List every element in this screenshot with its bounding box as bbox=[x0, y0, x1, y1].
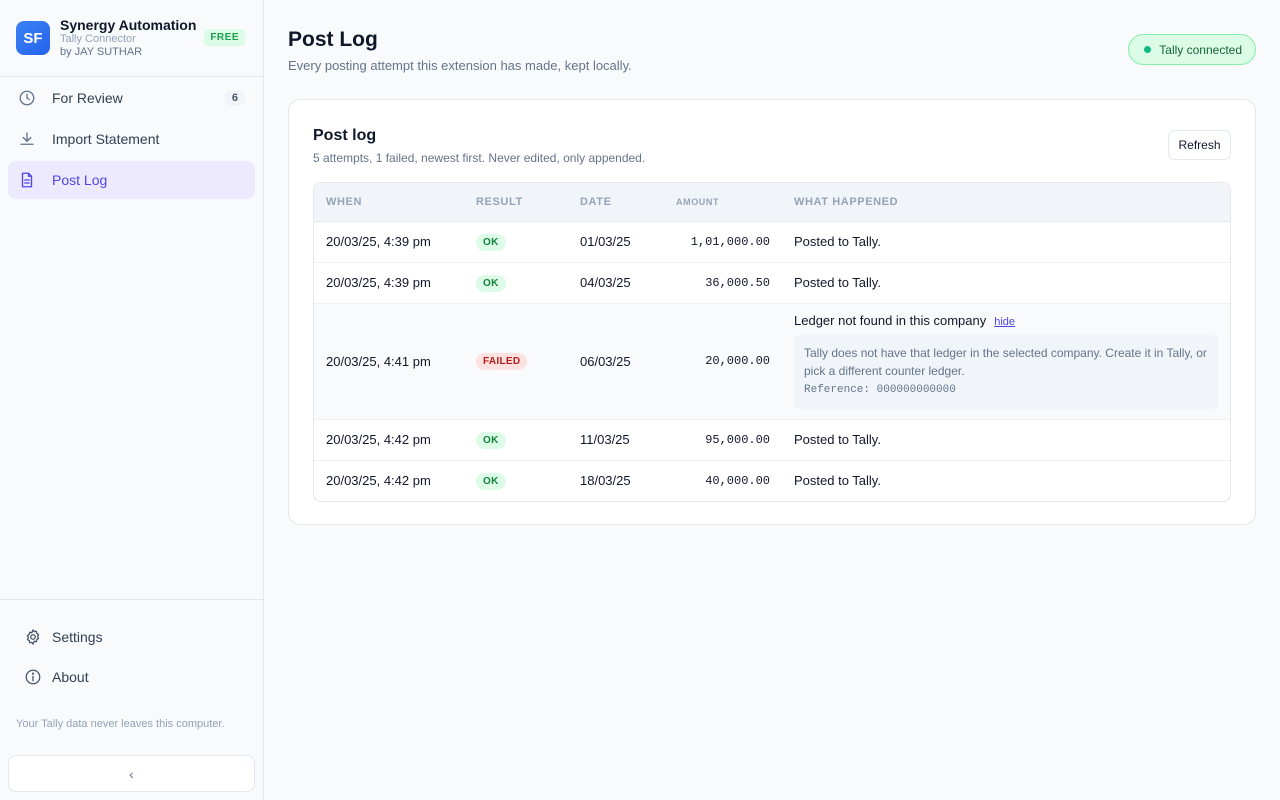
brand-subtitle: Tally Connector bbox=[60, 33, 136, 46]
brand-header: SF Synergy Automation Tally Connector by… bbox=[0, 0, 263, 77]
privacy-note: Your Tally data never leaves this comput… bbox=[16, 718, 225, 730]
connection-status-badge: Tally connected bbox=[1128, 34, 1256, 65]
error-detail-box: Tally does not have that ledger in the s… bbox=[794, 335, 1218, 409]
download-icon bbox=[18, 130, 36, 148]
column-header-result: RESULT bbox=[464, 183, 568, 222]
plan-badge: FREE bbox=[204, 29, 245, 46]
cell-date: 01/03/25 bbox=[568, 221, 664, 263]
sidebar-item-settings[interactable]: Settings bbox=[8, 618, 255, 656]
error-reference: Reference: 000000000000 bbox=[804, 384, 956, 397]
error-heading: Ledger not found in this company hide bbox=[794, 313, 1218, 328]
cell-amount: 95,000.00 bbox=[664, 419, 782, 461]
brand-name: Synergy Automation bbox=[60, 17, 197, 34]
table-header-row: WHEN RESULT DATE AMOUNT WHAT HAPPENED bbox=[314, 183, 1230, 222]
column-header-what-happened: WHAT HAPPENED bbox=[782, 183, 1230, 222]
cell-amount: 36,000.50 bbox=[664, 262, 782, 304]
sidebar-item-about[interactable]: About bbox=[8, 658, 255, 696]
status-badge: OK bbox=[476, 472, 506, 490]
column-header-date: DATE bbox=[568, 183, 664, 222]
column-header-when: WHEN bbox=[314, 183, 464, 222]
status-badge: OK bbox=[476, 431, 506, 449]
app-logo: SF bbox=[16, 21, 50, 55]
page-subtitle: Every posting attempt this extension has… bbox=[288, 58, 632, 73]
cell-what-happened: Posted to Tally. bbox=[794, 473, 881, 489]
card-title: Post log bbox=[313, 127, 377, 144]
cell-when: 20/03/25, 4:39 pm bbox=[314, 221, 464, 263]
cell-amount: 20,000.00 bbox=[664, 303, 782, 420]
table-row: 20/03/25, 4:42 pm OK 11/03/25 95,000.00 … bbox=[314, 419, 1230, 461]
sidebar-item-label: For Review bbox=[52, 90, 123, 106]
cell-date: 04/03/25 bbox=[568, 262, 664, 304]
column-header-amount: AMOUNT bbox=[664, 183, 782, 222]
main-content: Post Log Every posting attempt this exte… bbox=[264, 0, 1280, 800]
cell-date: 06/03/25 bbox=[568, 303, 664, 420]
sidebar-footer: Settings About Your Tally data never lea… bbox=[0, 599, 263, 730]
review-count-badge: 6 bbox=[224, 90, 245, 106]
main-nav: For Review 6 Import Statement Post Log bbox=[0, 79, 263, 199]
cell-what-happened: Posted to Tally. bbox=[782, 419, 1230, 461]
sidebar-item-import-statement[interactable]: Import Statement bbox=[8, 120, 255, 158]
card-subtitle: 5 attempts, 1 failed, newest first. Neve… bbox=[313, 151, 646, 165]
status-badge: FAILED bbox=[476, 353, 528, 370]
clock-icon bbox=[18, 89, 36, 107]
sidebar-item-label: About bbox=[52, 669, 89, 685]
error-title: Ledger not found in this company bbox=[794, 313, 987, 329]
page-title: Post Log bbox=[288, 28, 378, 51]
collapse-sidebar-button[interactable]: ‹ bbox=[8, 755, 255, 792]
status-badge: OK bbox=[476, 274, 506, 292]
hide-details-link[interactable]: hide bbox=[994, 316, 1015, 328]
table-row: 20/03/25, 4:42 pm OK 18/03/25 40,000.00 … bbox=[314, 460, 1230, 501]
info-icon bbox=[24, 668, 42, 686]
sidebar-item-label: Settings bbox=[52, 629, 103, 645]
cell-amount: 40,000.00 bbox=[705, 473, 770, 488]
status-dot-icon bbox=[1144, 46, 1152, 53]
chevron-left-icon: ‹ bbox=[129, 765, 134, 782]
cell-date: 11/03/25 bbox=[568, 419, 664, 461]
gear-icon bbox=[24, 628, 42, 646]
sidebar: SF Synergy Automation Tally Connector by… bbox=[0, 0, 264, 800]
cell-amount: 1,01,000.00 bbox=[664, 221, 782, 263]
cell-when: 20/03/25, 4:39 pm bbox=[314, 262, 464, 304]
document-icon bbox=[18, 171, 36, 189]
sidebar-item-label: Post Log bbox=[52, 172, 108, 188]
sidebar-item-post-log[interactable]: Post Log bbox=[8, 161, 255, 199]
brand-text: Synergy Automation Tally Connector by JA… bbox=[60, 17, 196, 58]
connection-status-label: Tally connected bbox=[1159, 42, 1242, 57]
cell-when: 20/03/25, 4:42 pm bbox=[326, 473, 431, 489]
cell-what-happened: Posted to Tally. bbox=[782, 221, 1230, 263]
refresh-button[interactable]: Refresh bbox=[1168, 130, 1231, 160]
cell-what-happened: Posted to Tally. bbox=[782, 262, 1230, 304]
error-detail-text: Tally does not have that ledger in the s… bbox=[804, 346, 1207, 379]
brand-author: by JAY SUTHAR bbox=[60, 46, 143, 59]
table-row: 20/03/25, 4:39 pm OK 01/03/25 1,01,000.0… bbox=[314, 221, 1230, 263]
cell-when: 20/03/25, 4:41 pm bbox=[314, 303, 464, 420]
status-badge: OK bbox=[476, 233, 506, 251]
post-log-table: WHEN RESULT DATE AMOUNT WHAT HAPPENED 20… bbox=[313, 182, 1231, 502]
post-log-card: Post log 5 attempts, 1 failed, newest fi… bbox=[288, 99, 1256, 525]
table-row-failed: 20/03/25, 4:41 pm FAILED 06/03/25 20,000… bbox=[314, 303, 1230, 420]
cell-when: 20/03/25, 4:42 pm bbox=[314, 419, 464, 461]
sidebar-item-label: Import Statement bbox=[52, 131, 160, 147]
table-row: 20/03/25, 4:39 pm OK 04/03/25 36,000.50 … bbox=[314, 262, 1230, 304]
cell-date: 18/03/25 bbox=[580, 473, 631, 489]
sidebar-item-for-review[interactable]: For Review 6 bbox=[8, 79, 255, 117]
